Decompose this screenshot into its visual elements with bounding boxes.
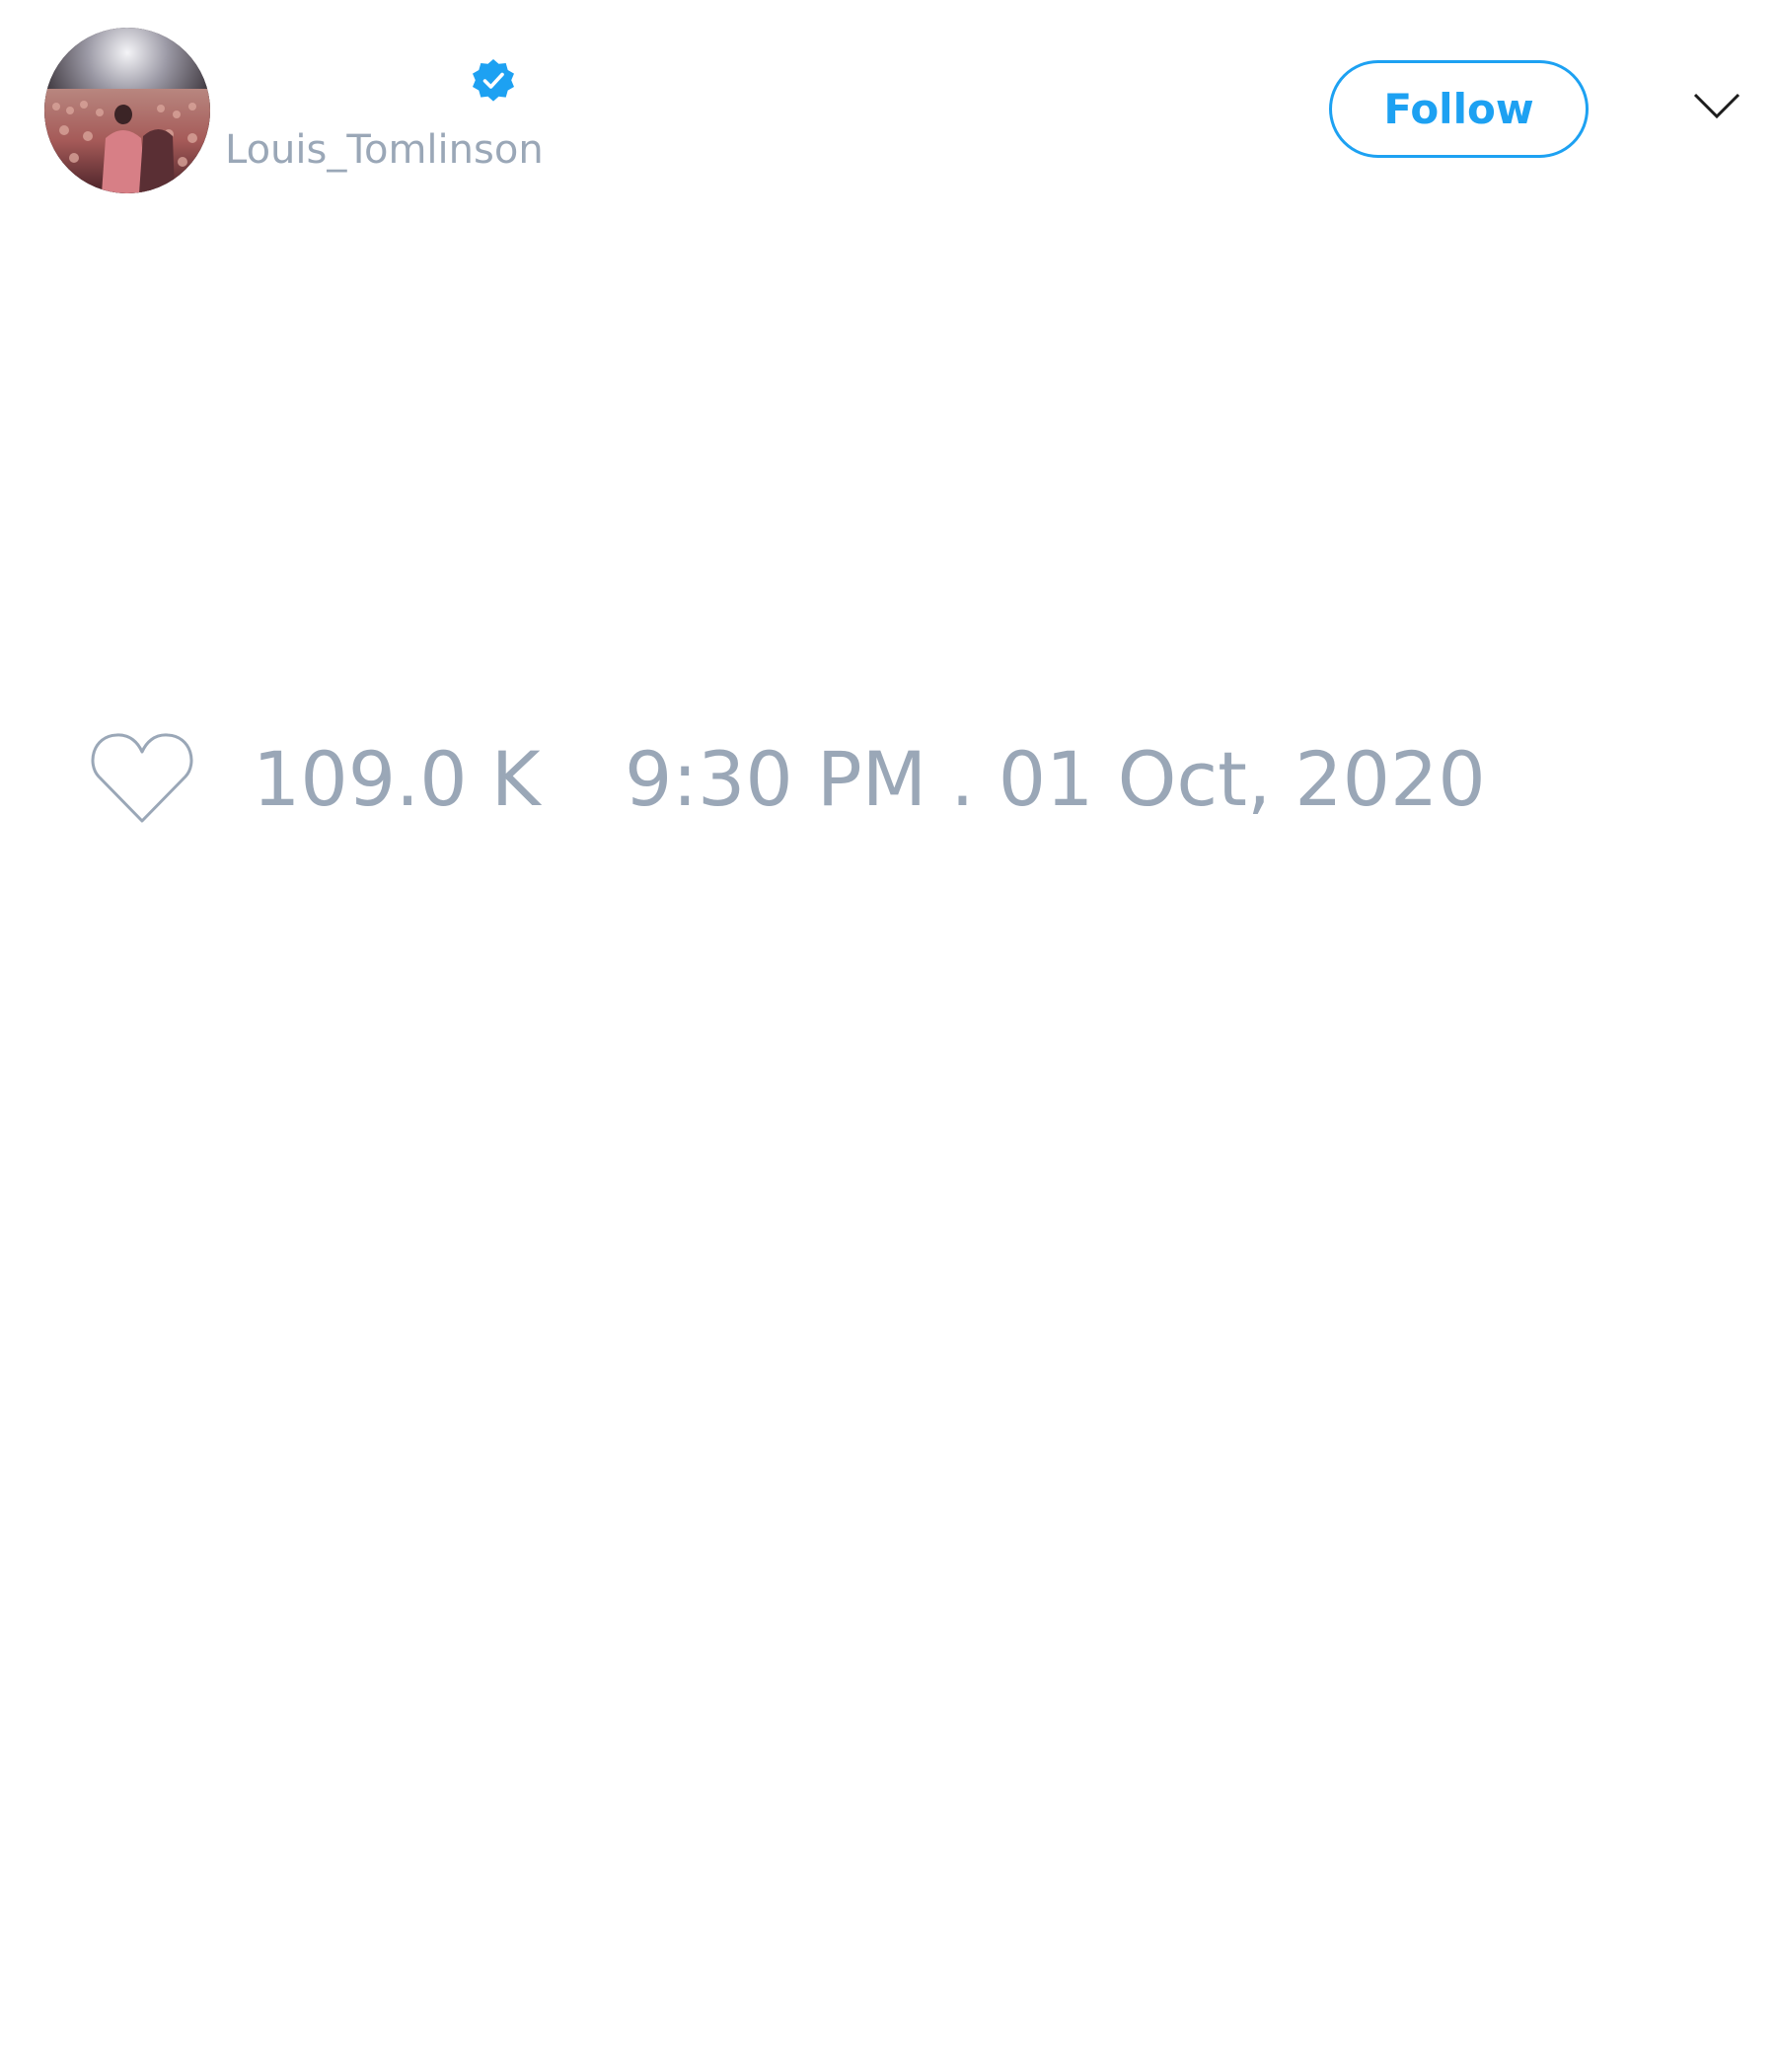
verified-badge-icon — [470, 57, 517, 105]
tweet-card: Louis_Tomlinson Follow 109.0 K 9:30 PM .… — [0, 0, 1776, 2072]
likes-count: 109.0 K — [253, 735, 541, 823]
author-handle[interactable]: Louis_Tomlinson — [225, 122, 544, 178]
avatar-image — [44, 28, 210, 193]
tweet-timestamp[interactable]: 9:30 PM . 01 Oct, 2020 — [625, 735, 1486, 824]
follow-button[interactable]: Follow — [1329, 60, 1589, 158]
heart-outline-icon[interactable] — [89, 730, 195, 825]
avatar[interactable] — [44, 28, 210, 193]
chevron-down-icon[interactable] — [1692, 91, 1741, 120]
